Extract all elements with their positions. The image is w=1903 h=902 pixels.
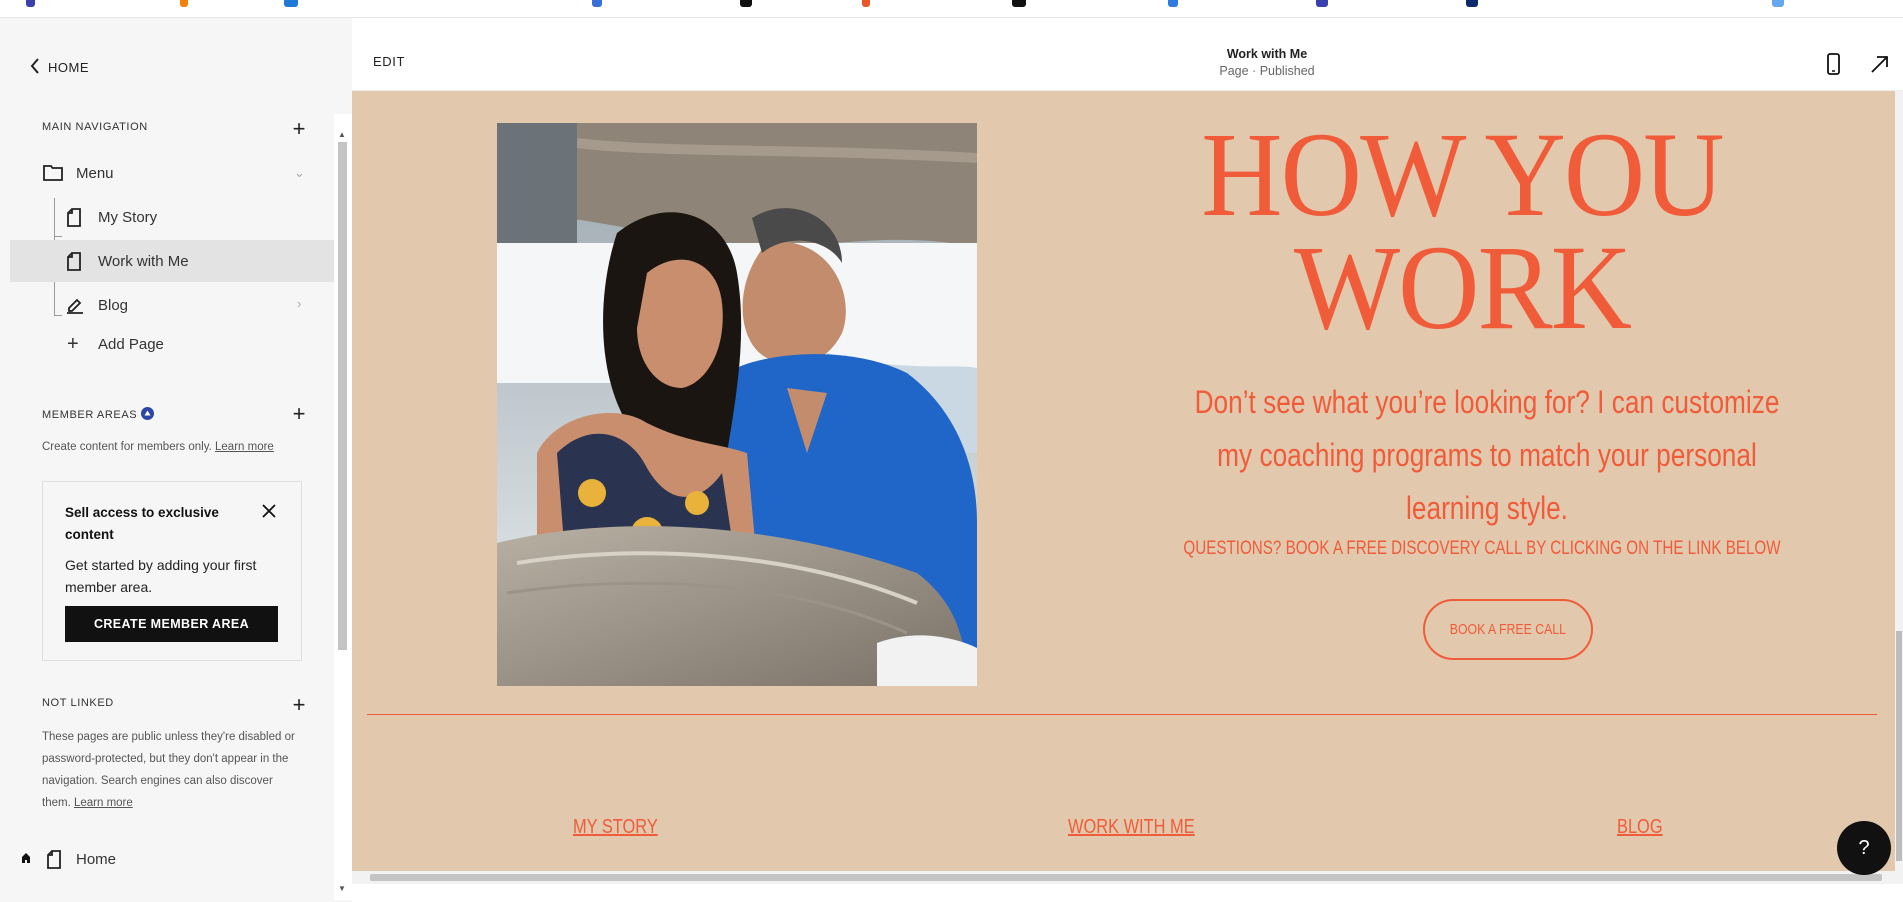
nav-item-label: Work with Me [98,252,189,270]
chevron-left-icon [30,57,40,77]
pages-sidebar: HOME MAIN NAVIGATION + Menu ⌄ My Story W… [0,18,352,902]
add-member-area-plus-icon[interactable]: + [289,403,309,425]
premium-badge-icon [141,407,155,423]
bookmark-favicon[interactable] [26,0,35,7]
canvas-vertical-scrollbar[interactable] [1895,91,1903,871]
homepage-marker-icon [21,852,31,864]
mobile-preview-icon[interactable] [1822,52,1844,76]
not-linked-title: NOT LINKED [42,697,114,709]
nav-item-label: Blog [98,296,129,314]
page-icon [47,850,61,869]
member-areas-note-row: Create content for members only. Learn m… [42,436,302,458]
scroll-down-arrow-icon[interactable]: ▼ [338,884,346,893]
add-page-label: Add Page [98,335,164,353]
bookmark-favicon[interactable] [1168,0,1178,7]
member-area-promo-card: Sell access to exclusive content Get sta… [42,481,302,661]
nav-item-blog[interactable]: Blog › [10,284,334,326]
help-button[interactable]: ? [1837,821,1891,875]
not-linked-item-home[interactable]: Home [10,838,334,880]
main-navigation-title: MAIN NAVIGATION [42,121,148,133]
create-member-area-button[interactable]: CREATE MEMBER AREA [65,606,278,642]
footer-link-work-with-me[interactable]: WORK WITH ME [1068,816,1195,839]
nav-item-work-with-me[interactable]: Work with Me [10,240,334,282]
headline-line-2: WORK [1293,221,1632,355]
bookmark-favicon[interactable] [180,0,188,7]
member-areas-title: MEMBER AREAS [42,409,138,421]
chevron-right-icon[interactable]: › [297,296,301,311]
couple-photo[interactable] [497,123,977,686]
add-not-linked-plus-icon[interactable]: + [289,694,309,716]
promo-body: Get started by adding your first member … [65,557,257,595]
blog-edit-icon [66,296,84,314]
page-headline[interactable]: HOW YOU WORK [1099,108,1824,355]
nav-folder-label: Menu [76,164,114,182]
close-icon[interactable] [259,502,279,522]
member-areas-learn-more-link[interactable]: Learn more [215,441,274,453]
sidebar-scrollbar-thumb[interactable] [338,142,347,650]
member-areas-note: Create content for members only. [42,441,212,453]
bookmark-favicon[interactable] [862,0,870,7]
nav-folder-menu[interactable]: Menu ⌄ [10,152,334,194]
edit-button[interactable]: EDIT [373,54,405,69]
add-main-navigation-plus-icon[interactable]: + [289,118,309,140]
home-page-label: Home [76,850,117,868]
plus-icon: + [67,333,79,355]
nav-item-my-story[interactable]: My Story [10,196,334,238]
member-areas-title-row: MEMBER AREAS [42,407,155,423]
bookmark-favicon[interactable] [284,0,298,7]
bookmark-favicon[interactable] [1012,0,1026,7]
back-home-button[interactable]: HOME [30,54,89,80]
headline-line-1: HOW YOU [1201,108,1724,242]
canvas-vertical-scrollbar-thumb[interactable] [1896,631,1902,861]
chevron-down-icon[interactable]: ⌄ [294,165,305,181]
page-subtext: Don’t see what you’re looking for? I can… [1194,384,1780,526]
open-external-icon[interactable] [1868,52,1890,76]
not-linked-note-block: These pages are public unless they're di… [42,726,304,814]
promo-title: Sell access to exclusive content [65,505,219,542]
page-preview-canvas[interactable]: HOW YOU WORK Don’t see what you’re looki… [352,91,1895,871]
book-free-call-button[interactable]: BOOK A FREE CALL [1423,599,1593,660]
page-status: Page · Published [1219,64,1315,78]
book-free-call-label: BOOK A FREE CALL [1449,621,1567,638]
page-title: Work with Me [1226,47,1308,61]
editor-header: EDIT Work with Me Page · Published [352,36,1903,91]
bookmark-favicon[interactable] [1466,0,1478,7]
bookmarks-bar [0,0,1903,18]
folder-icon [43,164,63,181]
canvas-horizontal-scrollbar[interactable] [352,871,1903,884]
bookmark-favicon[interactable] [1316,0,1328,7]
not-linked-learn-more-link[interactable]: Learn more [74,797,133,809]
bookmark-favicon[interactable] [740,0,752,7]
footer-divider [367,714,1877,715]
footer-link-my-story[interactable]: MY STORY [573,816,658,839]
discovery-call-prompt: QUESTIONS? BOOK A FREE DISCOVERY CALL BY… [1183,538,1781,559]
add-page-button[interactable]: + Add Page [10,323,334,365]
sidebar-scrollbar[interactable]: ▲ ▼ [334,114,352,900]
bookmark-favicon[interactable] [1772,0,1784,7]
page-icon [67,208,81,227]
footer-link-blog[interactable]: BLOG [1617,816,1663,839]
bookmark-favicon[interactable] [592,0,602,7]
canvas-horizontal-scrollbar-thumb[interactable] [370,874,1882,881]
scroll-up-arrow-icon[interactable]: ▲ [338,130,346,139]
home-label: HOME [48,59,89,75]
nav-item-label: My Story [98,208,158,226]
page-icon [67,252,81,271]
